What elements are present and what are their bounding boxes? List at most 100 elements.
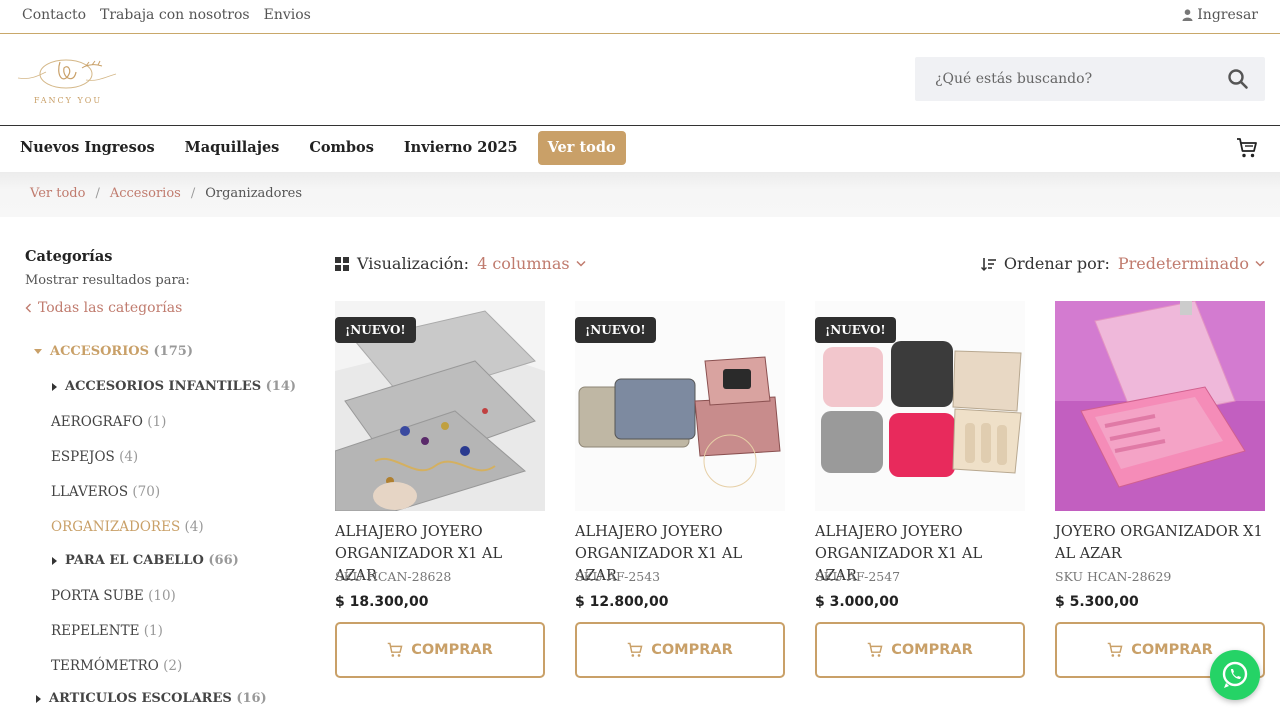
whatsapp-button[interactable] [1210, 650, 1260, 700]
category-count: (4) [184, 519, 204, 535]
chevron-left-icon [25, 303, 31, 313]
category-count: (4) [119, 449, 139, 465]
nav-item-winter[interactable]: Invierno 2025 [404, 131, 518, 165]
product-name[interactable]: ALHAJERO JOYERO ORGANIZADOR X1 AL AZAR [335, 521, 545, 584]
breadcrumb-separator: / [95, 186, 100, 201]
all-categories-link[interactable]: Todas las categorías [25, 300, 305, 316]
chevron-down-icon [1255, 260, 1265, 267]
category-accesorios-infantiles[interactable]: ACCESORIOS INFANTILES (14) [52, 379, 296, 394]
nav-item-new[interactable]: Nuevos Ingresos [20, 131, 155, 165]
nav-item-see-all[interactable]: Ver todo [537, 131, 626, 165]
cart-icon [1107, 642, 1123, 657]
buy-label: COMPRAR [651, 642, 733, 658]
sort-value: Predeterminado [1117, 254, 1249, 273]
product-image[interactable]: ¡NUEVO! [335, 301, 545, 511]
product-image[interactable]: ¡NUEVO! [575, 301, 785, 511]
category-label: PARA EL CABELLO [65, 553, 204, 568]
category-count: (14) [265, 379, 297, 394]
category-count: (66) [208, 553, 239, 568]
caret-right-icon [36, 694, 41, 703]
product-name[interactable]: JOYERO ORGANIZADOR X1 AL AZAR [1055, 521, 1265, 565]
main-nav: Nuevos Ingresos Maquillajes Combos Invie… [0, 126, 1280, 172]
product-card[interactable]: ¡NUEVO! ALHAJERO JOYERO ORGANIZADOR X1 A… [335, 301, 545, 678]
category-label: PORTA SUBE [51, 588, 144, 604]
category-count: (1) [147, 414, 167, 430]
category-repelente[interactable]: REPELENTE (1) [51, 623, 163, 639]
category-organizadores[interactable]: ORGANIZADORES (4) [51, 519, 204, 535]
caret-down-icon [34, 349, 42, 354]
product-sku: SKU HCAN-28628 [335, 569, 452, 584]
product-image[interactable] [1055, 301, 1265, 511]
breadcrumb-see-all[interactable]: Ver todo [30, 186, 85, 201]
sidebar-subtitle: Mostrar resultados para: [25, 273, 190, 288]
product-price: $ 18.300,00 [335, 594, 429, 610]
sidebar-title: Categorías [25, 248, 113, 265]
category-espejos[interactable]: ESPEJOS (4) [51, 449, 138, 465]
logo[interactable]: FANCY YOU [16, 54, 120, 110]
new-badge: ¡NUEVO! [575, 317, 656, 343]
sort-dropdown[interactable]: Predeterminado [1118, 254, 1265, 273]
category-label: ACCESORIOS [50, 344, 149, 359]
category-llaveros[interactable]: LLAVEROS (70) [51, 484, 160, 500]
category-label: ACCESORIOS INFANTILES [65, 379, 262, 394]
top-bar: Contacto Trabaja con nosotros Envios Ing… [0, 0, 1280, 34]
search-input[interactable] [915, 57, 1215, 101]
breadcrumb-separator: / [190, 186, 196, 201]
new-badge: ¡NUEVO! [335, 317, 416, 343]
category-para-el-cabello[interactable]: PARA EL CABELLO (66) [52, 553, 239, 568]
category-label: ORGANIZADORES [51, 519, 181, 535]
product-card[interactable]: ¡NUEVO! ALHAJERO JOYERO ORGANIZADOR X1 A… [815, 301, 1025, 678]
cart-icon[interactable] [1236, 137, 1258, 159]
search-box [915, 57, 1265, 101]
view-dropdown[interactable]: 4 columnas [477, 254, 586, 273]
category-count: (10) [148, 588, 176, 604]
new-badge: ¡NUEVO! [815, 317, 896, 343]
listing-toolbar: Visualización: 4 columnas Ordenar por: P… [335, 254, 1265, 276]
header: FANCY YOU [0, 34, 1280, 126]
buy-button[interactable]: COMPRAR [335, 622, 545, 678]
category-count: (16) [236, 691, 267, 706]
category-label: ARTICULOS ESCOLARES [49, 691, 232, 706]
category-label: TERMÓMETRO [51, 658, 159, 674]
all-categories-label: Todas las categorías [38, 300, 183, 316]
product-card[interactable]: ¡NUEVO! ALHAJERO JOYERO ORGANIZADOR X1 A… [575, 301, 785, 678]
product-price: $ 12.800,00 [575, 594, 669, 610]
product-price: $ 3.000,00 [815, 594, 899, 610]
search-icon[interactable] [1227, 68, 1249, 90]
shipping-link[interactable]: Envios [264, 7, 311, 23]
category-count: (70) [132, 484, 161, 500]
grid-icon [335, 256, 349, 271]
category-count: (1) [143, 623, 163, 639]
view-value: 4 columnas [477, 254, 570, 273]
contact-link[interactable]: Contacto [22, 7, 86, 23]
buy-button[interactable]: COMPRAR [575, 622, 785, 678]
login-link[interactable]: Ingresar [1182, 7, 1258, 23]
category-porta-sube[interactable]: PORTA SUBE (10) [51, 588, 176, 604]
cart-icon [387, 642, 403, 657]
buy-button[interactable]: COMPRAR [815, 622, 1025, 678]
category-count: (175) [153, 344, 193, 359]
category-articulos-escolares[interactable]: ARTICULOS ESCOLARES (16) [36, 691, 267, 706]
category-termometro[interactable]: TERMÓMETRO (2) [51, 658, 182, 674]
breadcrumb: Ver todo / Accesorios / Organizadores [0, 172, 1280, 217]
breadcrumb-accessories[interactable]: Accesorios [110, 186, 181, 201]
logo-text: FANCY YOU [33, 96, 103, 105]
buy-label: COMPRAR [1131, 642, 1213, 658]
caret-right-icon [52, 556, 57, 565]
view-selector: Visualización: 4 columnas [335, 254, 586, 273]
category-aerografo[interactable]: AEROGRAFO (1) [51, 414, 166, 430]
nav-item-makeup[interactable]: Maquillajes [185, 131, 280, 165]
product-image[interactable]: ¡NUEVO! [815, 301, 1025, 511]
caret-right-icon [52, 382, 57, 391]
buy-label: COMPRAR [891, 642, 973, 658]
product-name[interactable]: ALHAJERO JOYERO ORGANIZADOR X1 AL AZAR [575, 521, 785, 584]
view-label: Visualización: [357, 254, 470, 273]
category-accesorios[interactable]: ACCESORIOS (175) [34, 344, 193, 359]
product-card[interactable]: JOYERO ORGANIZADOR X1 AL AZAR SKU HCAN-2… [1055, 301, 1265, 678]
product-name[interactable]: ALHAJERO JOYERO ORGANIZADOR X1 AL AZAR [815, 521, 1025, 584]
cart-icon [867, 642, 883, 657]
category-sidebar: Categorías Mostrar resultados para: Toda… [25, 248, 305, 316]
work-with-us-link[interactable]: Trabaja con nosotros [100, 7, 250, 23]
nav-item-combos[interactable]: Combos [309, 131, 374, 165]
product-price: $ 5.300,00 [1055, 594, 1139, 610]
